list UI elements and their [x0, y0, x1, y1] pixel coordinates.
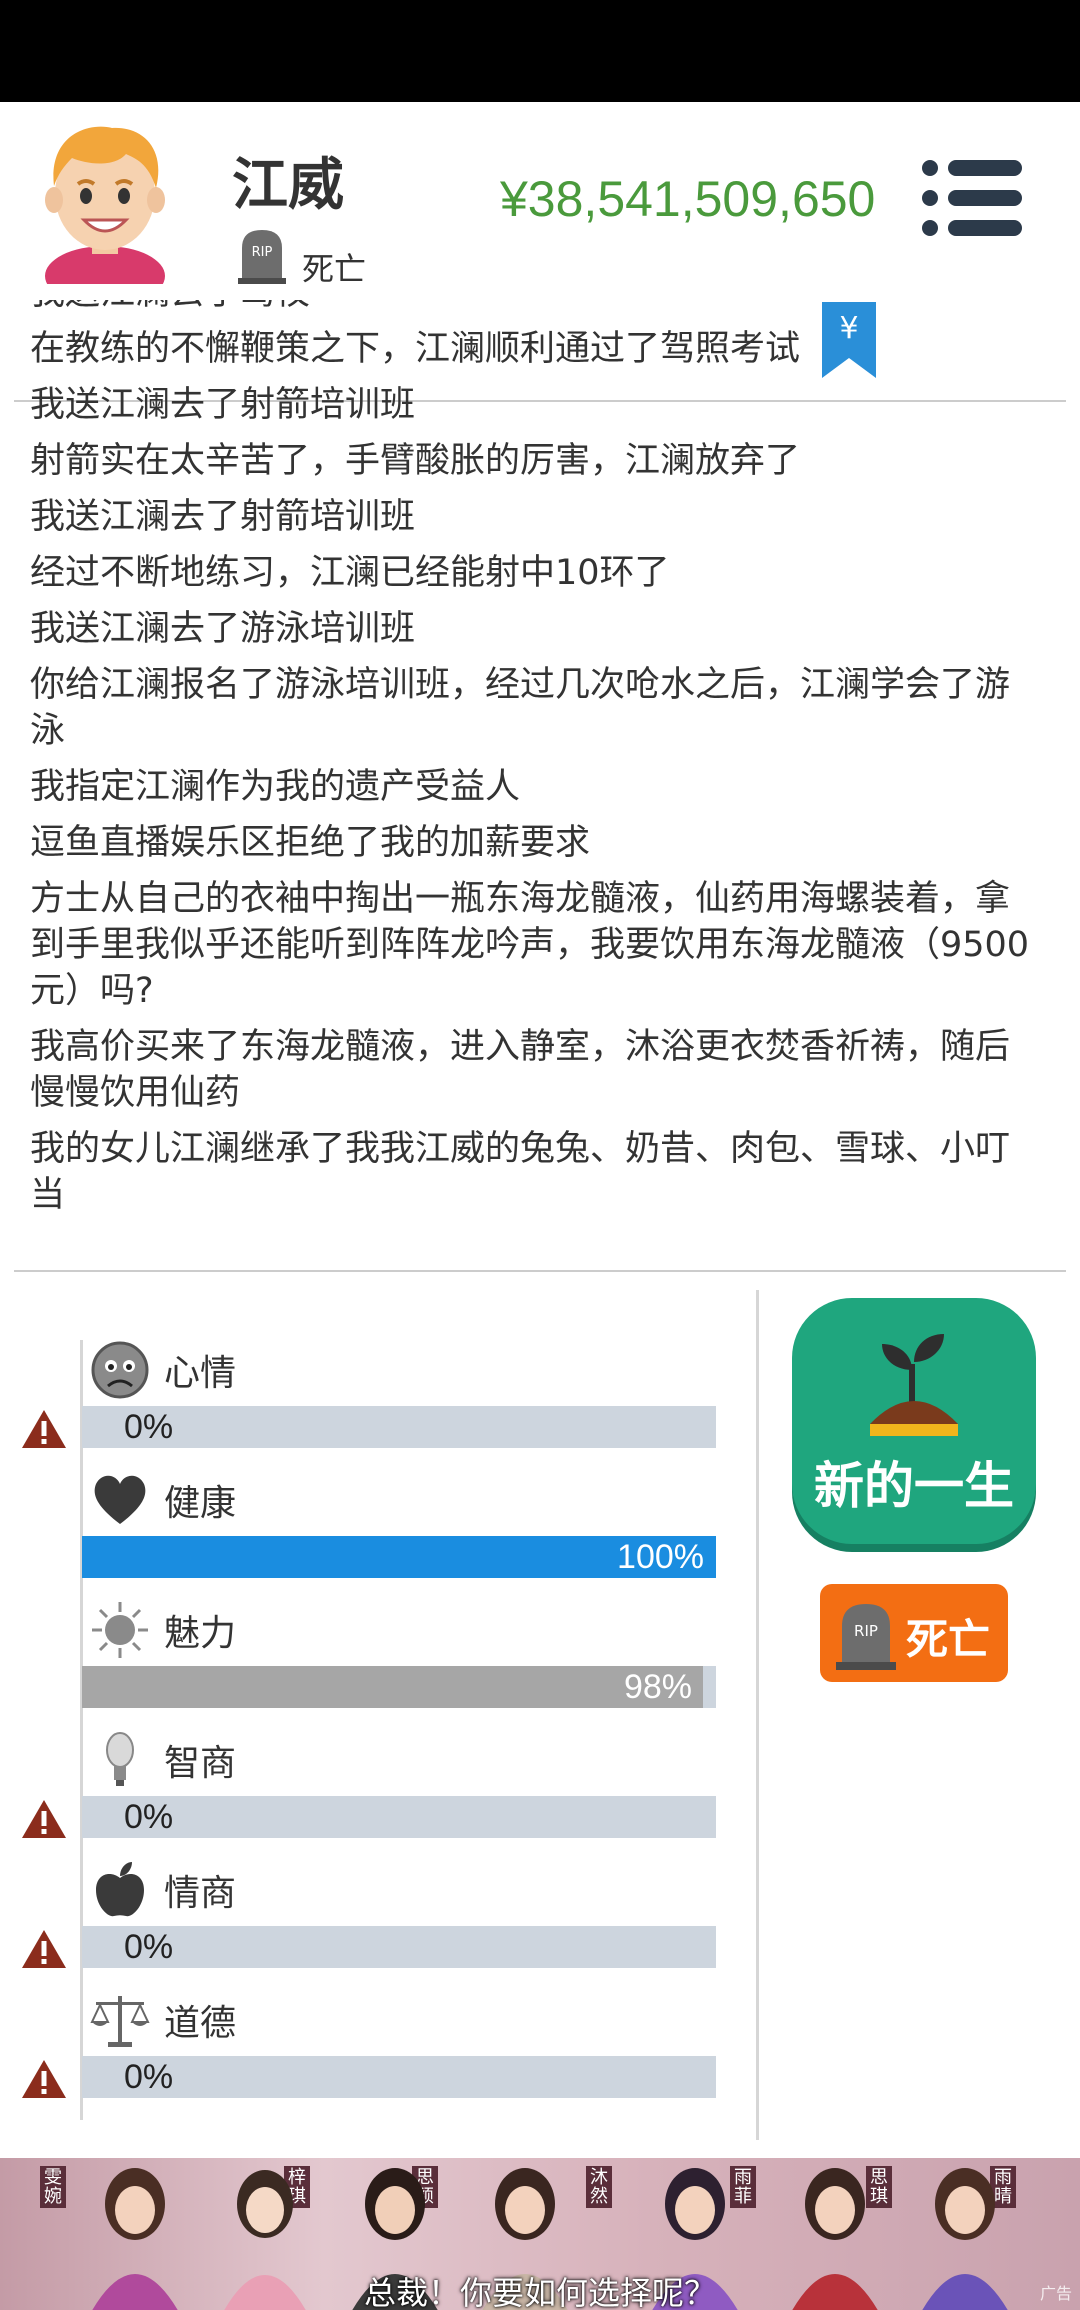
system-status-bar	[0, 0, 1080, 102]
scales-icon	[90, 1996, 150, 2047]
warning-icon	[22, 2060, 66, 2098]
stat-morality: 道德 0%	[0, 1982, 760, 2112]
stat-value: 0%	[124, 1408, 174, 1446]
stat-value: 0%	[124, 1798, 174, 1836]
apple-icon	[96, 1862, 144, 1917]
ad-character-tag: 雯婉	[40, 2166, 66, 2208]
tombstone-icon: RIP	[836, 1604, 896, 1670]
stat-bar: 100%	[82, 1536, 716, 1578]
log-entry: 我高价买来了东海龙髓液，进入静室，沐浴更衣焚香祈祷，随后慢慢饮用仙药	[30, 1027, 1011, 1113]
ad-label: 广告	[1039, 2284, 1072, 2303]
character-name: 江威	[232, 153, 344, 218]
stat-value: 98%	[623, 1668, 692, 1706]
stat-health: 健康 100%	[0, 1462, 760, 1592]
character-header: 江威 RIP 死亡 ¥38,541,509,650	[0, 102, 1080, 402]
stat-label: 智商	[164, 1743, 237, 1784]
character-status: 死亡	[302, 250, 367, 288]
death-button[interactable]: RIP 死亡	[820, 1584, 1008, 1682]
light-bulb-icon	[106, 1732, 134, 1786]
sad-face-icon	[91, 1341, 149, 1399]
stat-label: 魅力	[164, 1613, 237, 1654]
log-entry: 射箭实在太辛苦了，手臂酸胀的厉害，江澜放弃了	[30, 441, 801, 481]
new-life-button[interactable]: 新的一生	[792, 1298, 1036, 1544]
stat-label: 健康	[164, 1483, 237, 1524]
money-balance: ¥38,541,509,650	[500, 171, 876, 227]
menu-icon[interactable]	[920, 158, 1024, 238]
stats-panel: 心情 0% 健康 100% 魅力 98% 智商 0% 情商 0% 道德 0%	[0, 1272, 760, 2142]
event-log[interactable]: 我送江澜去了驾校 在教练的不懈鞭策之下，江澜顺利通过了驾照考试 我送江澜去了射箭…	[0, 300, 1080, 1270]
ad-caption: 总裁！你要如何选择呢？	[363, 2274, 716, 2310]
log-entry: 我送江澜去了游泳培训班	[30, 609, 416, 649]
log-entry: 逗鱼直播娱乐区拒绝了我的加薪要求	[30, 823, 591, 863]
stat-charm: 魅力 98%	[0, 1592, 760, 1722]
log-entry: 我送江澜去了驾校	[30, 300, 1040, 316]
bookmark-symbol: ¥	[839, 311, 858, 346]
log-entry: 在教练的不懈鞭策之下，江澜顺利通过了驾照考试	[30, 329, 801, 369]
stat-iq: 智商 0%	[0, 1722, 760, 1852]
warning-icon	[22, 1930, 66, 1968]
stat-eq: 情商 0%	[0, 1852, 760, 1982]
stat-value: 0%	[124, 2058, 174, 2096]
new-life-label: 新的一生	[814, 1457, 1014, 1515]
stat-bar: 0%	[82, 2056, 716, 2098]
stat-bar: 0%	[82, 1926, 716, 1968]
log-entry: 我的女儿江澜继承了我我江威的兔兔、奶昔、肉包、雪球、小叮当	[30, 1129, 1011, 1215]
sprout-icon	[870, 1334, 958, 1436]
stat-bar: 0%	[82, 1796, 716, 1838]
stat-label: 心情	[164, 1353, 237, 1394]
svg-text:RIP: RIP	[854, 1622, 878, 1640]
avatar[interactable]	[30, 114, 180, 284]
stat-label: 道德	[164, 2003, 237, 2044]
log-entry: 我送江澜去了射箭培训班	[30, 497, 416, 537]
bookmark-yen-icon[interactable]: ¥	[822, 302, 876, 378]
log-entry: 我指定江澜作为我的遗产受益人	[30, 767, 521, 807]
warning-icon	[22, 1800, 66, 1838]
tombstone-icon: RIP	[238, 230, 286, 284]
stat-bar: 98%	[82, 1666, 716, 1708]
stat-mood: 心情 0%	[0, 1332, 760, 1462]
death-button-label: 死亡	[906, 1615, 991, 1664]
stat-value: 100%	[617, 1538, 704, 1576]
log-entry: 经过不断地练习，江澜已经能射中10环了	[30, 553, 670, 593]
log-entry: 你给江澜报名了游泳培训班，经过几次呛水之后，江澜学会了游泳	[30, 665, 1011, 751]
ad-banner[interactable]: 雯婉 梓琪 思颖 沐然 雨菲 思琪 雨晴 总裁！你要如何选择呢？ 广告	[0, 2158, 1080, 2310]
warning-icon	[22, 1410, 66, 1448]
log-entry: 我送江澜去了射箭培训班	[30, 385, 416, 425]
svg-text:RIP: RIP	[252, 245, 273, 260]
event-log-list: 我送江澜去了驾校 在教练的不懈鞭策之下，江澜顺利通过了驾照考试 我送江澜去了射箭…	[30, 300, 1040, 1228]
stat-bar: 0%	[82, 1406, 716, 1448]
log-entry: 方士从自己的衣袖中掏出一瓶东海龙髓液，仙药用海螺装着，拿到手里我似乎还能听到阵阵…	[30, 879, 1030, 1011]
stat-label: 情商	[164, 1873, 237, 1914]
sun-icon	[92, 1602, 148, 1658]
heart-icon	[94, 1475, 146, 1524]
stat-value: 0%	[124, 1928, 174, 1966]
stat-bar-fill	[82, 1666, 704, 1708]
